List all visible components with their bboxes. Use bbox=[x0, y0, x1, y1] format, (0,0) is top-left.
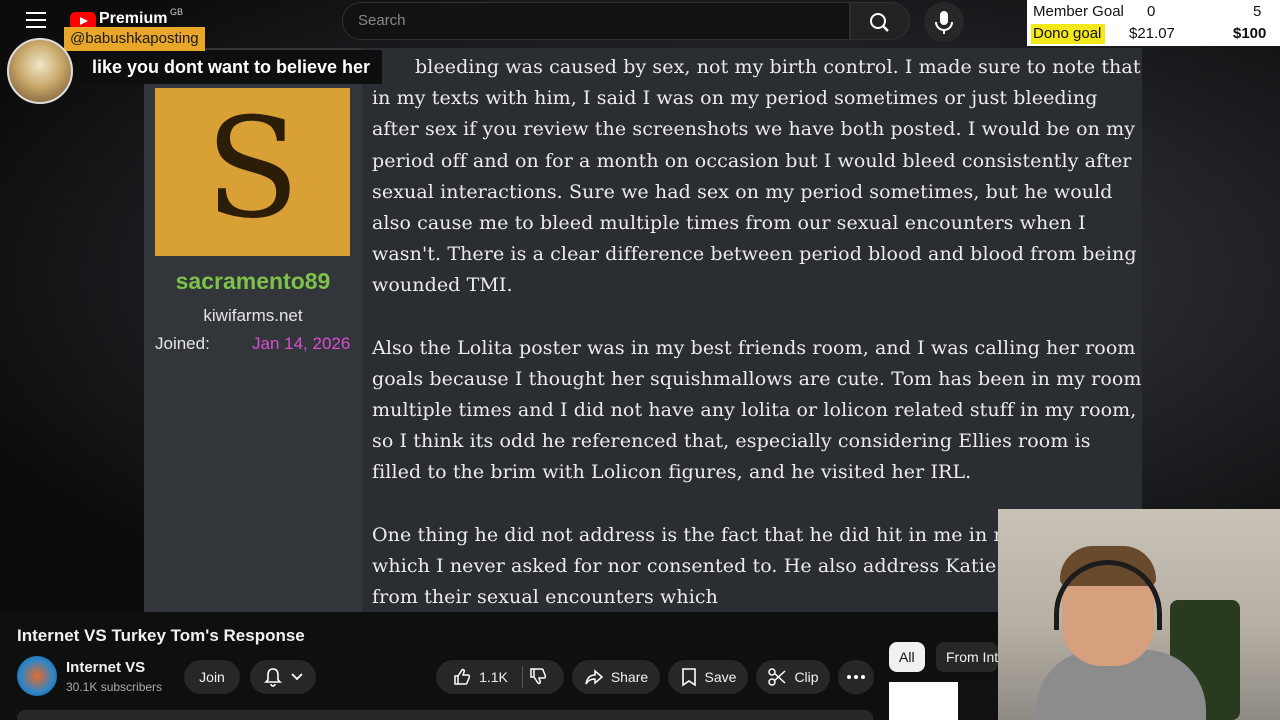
scissors-icon bbox=[768, 668, 786, 686]
subscriber-count: 30.1K subscribers bbox=[66, 680, 163, 694]
chip-from-channel[interactable]: From Internet VS bbox=[936, 642, 998, 672]
forum-joined-label: Joined: bbox=[155, 334, 210, 353]
share-label: Share bbox=[610, 669, 649, 685]
forum-paragraph: bleeding was caused by sex, not my birth… bbox=[372, 56, 1141, 297]
forum-site: kiwifarms.net bbox=[203, 306, 303, 325]
dono-goal-target: $100 bbox=[1233, 25, 1267, 42]
search-icon bbox=[870, 13, 889, 32]
search-input[interactable] bbox=[342, 2, 850, 40]
forum-paragraph: Also the Lolita poster was in my best fr… bbox=[372, 336, 1142, 484]
search-placeholder: Search bbox=[358, 12, 406, 29]
forum-avatar: S bbox=[155, 88, 350, 256]
chat-avatar bbox=[7, 38, 73, 104]
search-button[interactable] bbox=[850, 2, 910, 40]
like-divider bbox=[522, 666, 523, 688]
member-goal-label: Member Goal bbox=[1033, 3, 1124, 20]
dono-goal-current: $21.07 bbox=[1129, 25, 1175, 42]
save-label: Save bbox=[704, 669, 737, 685]
member-goal-current: 0 bbox=[1147, 3, 1156, 20]
chevron-down-icon bbox=[290, 673, 303, 681]
forum-username: sacramento89 bbox=[175, 268, 331, 294]
clip-button[interactable]: Clip bbox=[756, 660, 830, 694]
forum-joined-date: Jan 14, 2026 bbox=[252, 334, 351, 353]
bookmark-icon bbox=[681, 668, 696, 687]
share-button[interactable]: Share bbox=[572, 660, 660, 694]
like-count: 1.1K bbox=[479, 669, 508, 685]
member-goal-target: 5 bbox=[1253, 3, 1262, 20]
voice-search-button[interactable] bbox=[924, 2, 964, 42]
more-horizontal-icon bbox=[847, 675, 865, 679]
dislike-button[interactable] bbox=[528, 666, 548, 686]
dono-goal-row: Dono goal $21.07 $100 bbox=[1033, 23, 1278, 45]
thumbs-up-icon bbox=[454, 668, 471, 685]
bell-icon bbox=[263, 668, 282, 687]
share-icon bbox=[585, 669, 603, 685]
thumbs-down-icon bbox=[530, 668, 547, 685]
region-code: GB bbox=[170, 7, 184, 17]
notifications-button[interactable] bbox=[250, 660, 316, 694]
chip-all[interactable]: All bbox=[889, 642, 925, 672]
forum-avatar-letter: S bbox=[205, 88, 300, 249]
channel-avatar[interactable] bbox=[17, 656, 57, 696]
more-actions-button[interactable] bbox=[838, 660, 874, 694]
clip-label: Clip bbox=[794, 669, 819, 685]
chat-message: like you dont want to believe her bbox=[80, 50, 383, 84]
join-button[interactable]: Join bbox=[184, 660, 240, 694]
premium-logo-text[interactable]: Premium bbox=[99, 10, 167, 28]
goal-widget: Member Goal 0 5 Dono goal $21.07 $100 bbox=[1027, 0, 1280, 46]
description-box[interactable] bbox=[17, 710, 873, 720]
member-goal-row: Member Goal 0 5 bbox=[1033, 1, 1278, 23]
recommended-thumbnail-dark bbox=[958, 682, 998, 720]
video-title: Internet VS Turkey Tom's Response bbox=[17, 626, 305, 645]
dono-goal-label: Dono goal bbox=[1033, 25, 1102, 42]
menu-icon[interactable] bbox=[26, 12, 46, 30]
microphone-icon bbox=[935, 11, 953, 34]
channel-name[interactable]: Internet VS bbox=[66, 659, 145, 676]
chat-username: @babushkaposting bbox=[64, 27, 205, 51]
save-button[interactable]: Save bbox=[668, 660, 748, 694]
join-label: Join bbox=[199, 669, 225, 685]
